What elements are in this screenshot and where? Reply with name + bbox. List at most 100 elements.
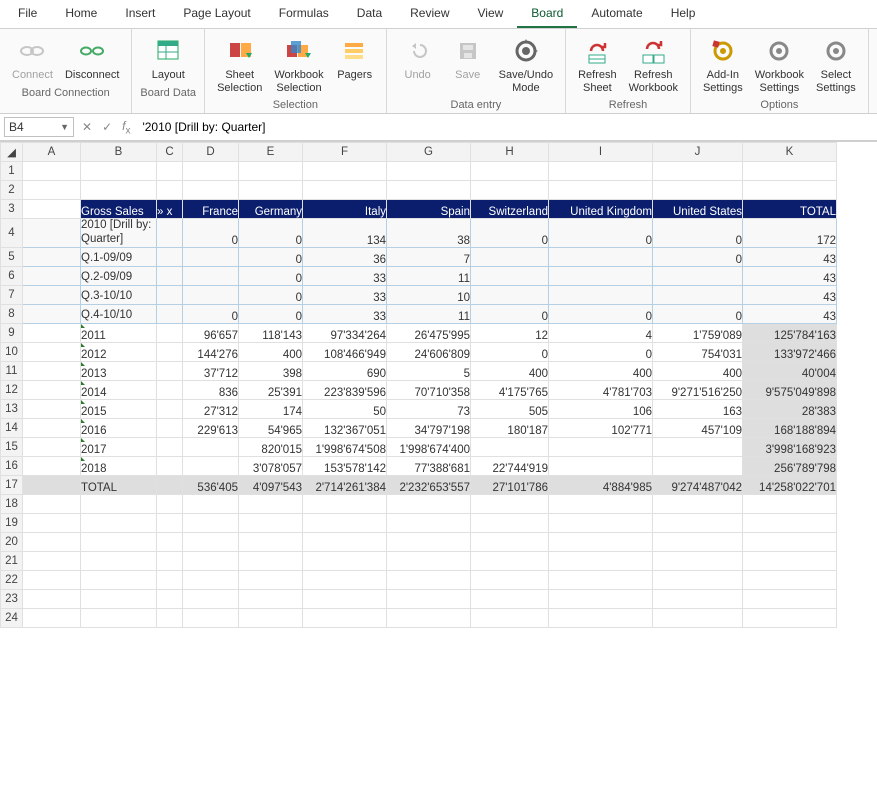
cell[interactable] [239,162,303,181]
cell[interactable] [183,181,239,200]
cell[interactable]: 5 [387,361,471,380]
header-cell-b[interactable]: Gross Sales [81,200,157,219]
cell[interactable] [183,551,239,570]
cell[interactable] [653,494,743,513]
sheet-sel-button[interactable]: SheetSelection [213,33,266,96]
cell[interactable] [653,456,743,475]
cell[interactable]: 0 [239,247,303,266]
cell[interactable] [549,570,653,589]
cell[interactable]: 12 [471,323,549,342]
menu-view[interactable]: View [464,0,518,28]
cell[interactable]: 0 [239,304,303,323]
cell[interactable] [23,589,81,608]
cell[interactable]: 4'884'985 [549,475,653,494]
cell[interactable] [157,551,183,570]
saveundo-button[interactable]: Save/UndoMode [495,33,557,96]
cell[interactable] [387,570,471,589]
col-header-K[interactable]: K [743,143,837,162]
col-header-A[interactable]: A [23,143,81,162]
cell[interactable]: 133'972'466 [743,342,837,361]
cell[interactable]: 36 [303,247,387,266]
cell[interactable]: 33 [303,266,387,285]
header-cell-h[interactable]: Switzerland [471,200,549,219]
cell[interactable]: 43 [743,285,837,304]
menu-board[interactable]: Board [517,0,577,28]
menu-help[interactable]: Help [657,0,710,28]
sel-settings-button[interactable]: SelectSettings [812,33,860,96]
cell[interactable] [653,589,743,608]
cell[interactable] [387,608,471,627]
cell[interactable] [157,494,183,513]
cell[interactable] [743,532,837,551]
cell[interactable]: 2016 [81,418,157,437]
cell[interactable]: 0 [239,266,303,285]
row-header[interactable]: 2 [1,181,23,200]
cell[interactable] [81,532,157,551]
cell[interactable] [653,513,743,532]
cell[interactable] [743,551,837,570]
row-header[interactable]: 4 [1,219,23,248]
cell[interactable] [471,589,549,608]
cell[interactable] [743,608,837,627]
cell[interactable]: 0 [471,342,549,361]
cell[interactable]: 11 [387,266,471,285]
cell[interactable] [303,551,387,570]
cell[interactable] [471,285,549,304]
col-header-E[interactable]: E [239,143,303,162]
cell[interactable]: 754'031 [653,342,743,361]
col-header-C[interactable]: C [157,143,183,162]
cell[interactable]: 54'965 [239,418,303,437]
cell[interactable] [81,570,157,589]
row-header[interactable]: 23 [1,589,23,608]
spreadsheet-grid[interactable]: ◢ABCDEFGHIJK123Gross Sales» xFranceGerma… [0,141,877,761]
col-header-D[interactable]: D [183,143,239,162]
header-cell-c[interactable]: » x [157,200,183,219]
row-header[interactable]: 15 [1,437,23,456]
cell[interactable]: 400 [653,361,743,380]
cell[interactable]: 34'797'198 [387,418,471,437]
cell[interactable] [157,247,183,266]
cell[interactable] [471,570,549,589]
cell[interactable]: 836 [183,380,239,399]
cell[interactable] [157,437,183,456]
cell[interactable]: 4'097'543 [239,475,303,494]
cell[interactable] [303,589,387,608]
cell[interactable]: 118'143 [239,323,303,342]
cell[interactable]: 50 [303,399,387,418]
cell[interactable] [23,551,81,570]
cell[interactable]: 33 [303,304,387,323]
cell[interactable]: 153'578'142 [303,456,387,475]
select-all-cell[interactable]: ◢ [1,143,23,162]
cell[interactable]: 102'771 [549,418,653,437]
cell[interactable]: 400 [239,342,303,361]
cell[interactable] [549,285,653,304]
menu-automate[interactable]: Automate [577,0,656,28]
cell[interactable]: Q.4-10/10 [81,304,157,323]
cell[interactable]: 172 [743,219,837,248]
cell[interactable] [743,570,837,589]
cell[interactable] [549,589,653,608]
formula-input[interactable] [138,118,873,136]
row-header[interactable]: 14 [1,418,23,437]
cell[interactable]: 43 [743,304,837,323]
cell[interactable]: 0 [471,219,549,248]
row-header[interactable]: 13 [1,399,23,418]
cell[interactable] [653,551,743,570]
cell[interactable] [239,570,303,589]
cell[interactable] [157,304,183,323]
cell[interactable] [157,323,183,342]
cell[interactable] [471,513,549,532]
cell[interactable]: 0 [549,342,653,361]
cell[interactable] [471,551,549,570]
cell[interactable]: 0 [653,247,743,266]
cell[interactable] [157,456,183,475]
cell[interactable] [157,380,183,399]
cell[interactable]: 0 [549,304,653,323]
row-header[interactable]: 24 [1,608,23,627]
cell[interactable] [183,532,239,551]
cell[interactable]: 2'232'653'557 [387,475,471,494]
menu-insert[interactable]: Insert [111,0,169,28]
cell[interactable]: 180'187 [471,418,549,437]
cell[interactable] [23,323,81,342]
cell[interactable] [653,266,743,285]
